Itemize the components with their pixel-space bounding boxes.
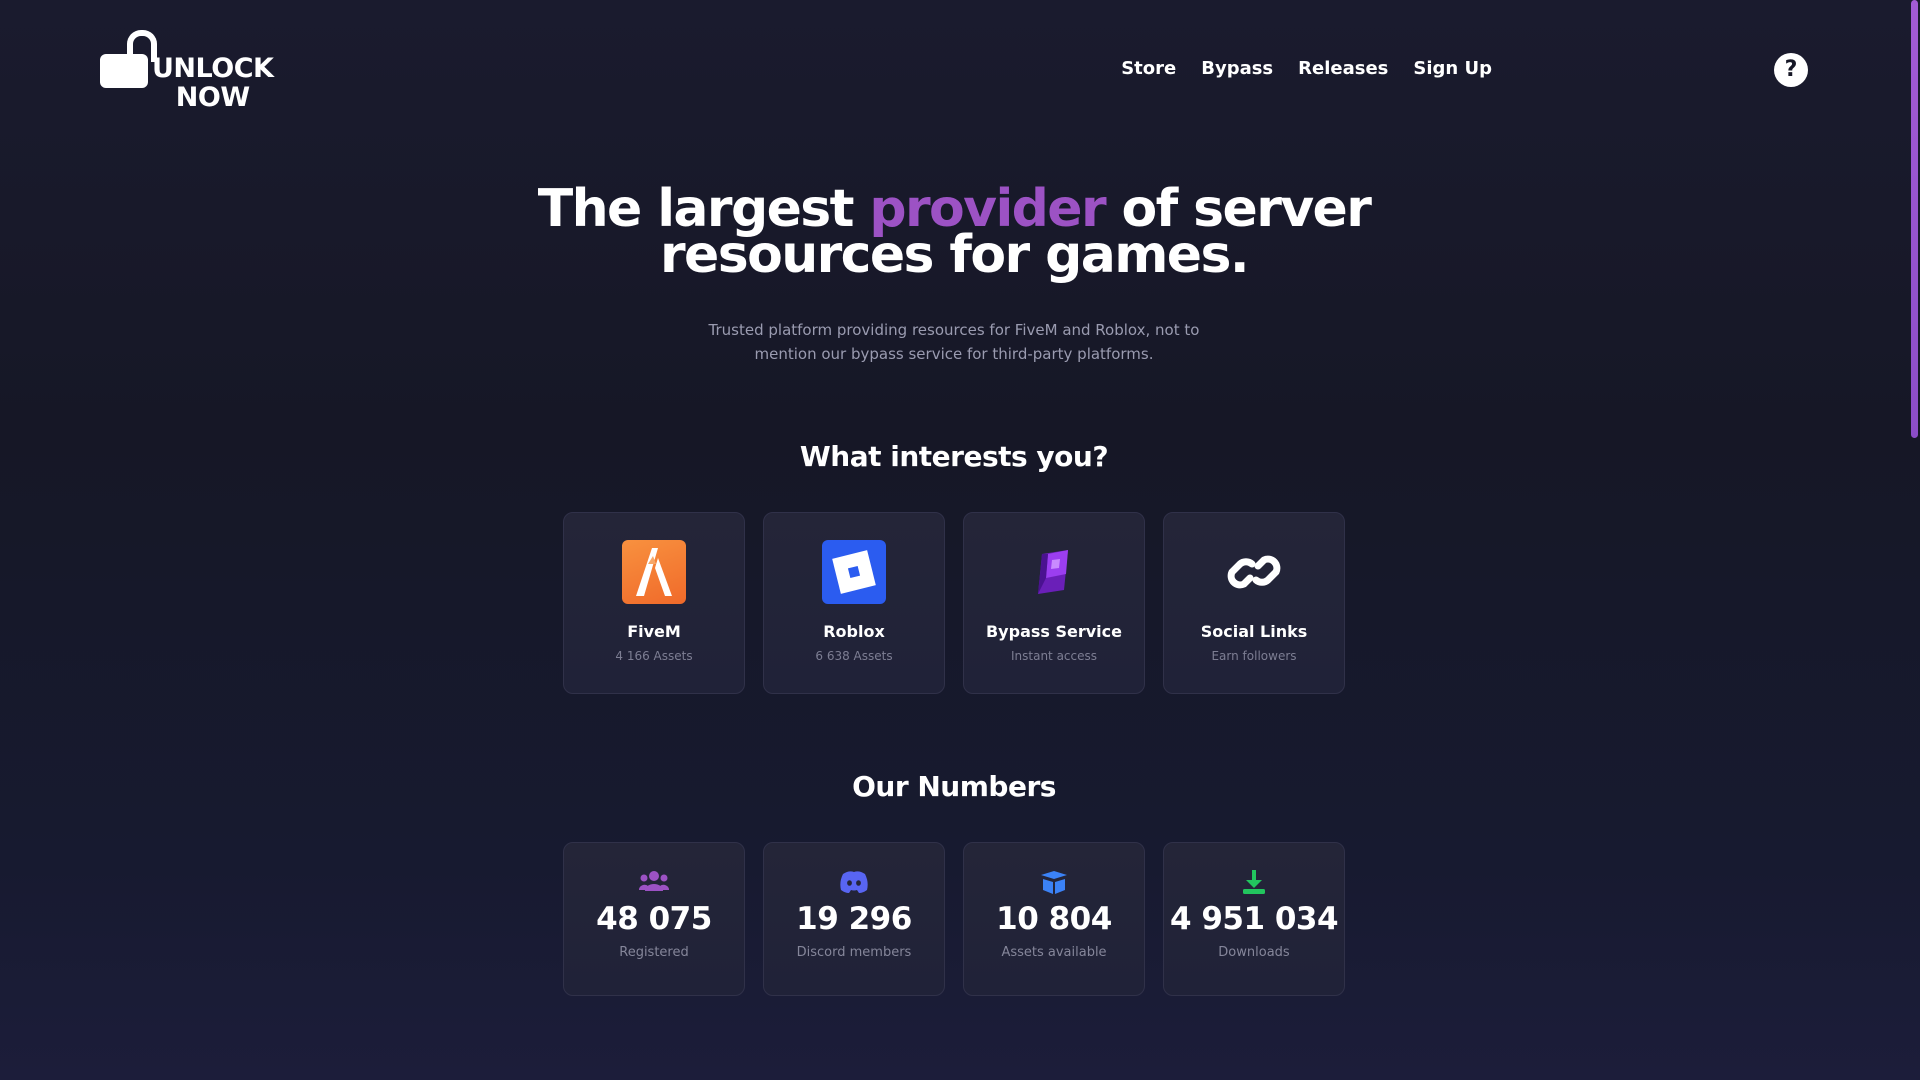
page: UNLOCK NOW Store Bypass Releases Sign Up… — [0, 0, 1920, 1080]
interest-card-roblox[interactable]: Roblox 6 638 Assets — [763, 512, 945, 694]
logo-line-2: NOW — [175, 82, 250, 113]
roblox-icon — [822, 540, 886, 604]
main-nav: Store Bypass Releases Sign Up — [1121, 58, 1492, 79]
logo[interactable]: UNLOCK NOW — [98, 28, 298, 118]
interest-card-social-links[interactable]: Social Links Earn followers — [1163, 512, 1345, 694]
discord-icon — [839, 869, 869, 895]
hero-subtitle-line-1: Trusted platform providing resources for… — [708, 321, 1200, 339]
nav-store[interactable]: Store — [1121, 58, 1176, 79]
nav-releases[interactable]: Releases — [1298, 58, 1388, 79]
hero-title-line-2: resources for games. — [660, 225, 1250, 285]
nav-sign-up[interactable]: Sign Up — [1413, 58, 1492, 79]
stat-value: 10 804 — [996, 901, 1112, 937]
interest-card-sub: 6 638 Assets — [815, 649, 893, 663]
bypass-cube-icon — [1022, 540, 1086, 604]
stat-card-assets: 10 804 Assets available — [963, 842, 1145, 996]
scrollbar-thumb[interactable] — [1911, 0, 1918, 438]
interests-cards: FiveM 4 166 Assets Roblox 6 638 Assets B… — [563, 512, 1345, 694]
interest-card-sub: Instant access — [1010, 649, 1097, 663]
page-scrollbar[interactable] — [1908, 0, 1920, 1080]
box-icon — [1039, 869, 1069, 895]
interest-card-label: Bypass Service — [985, 622, 1122, 641]
link-icon — [1222, 540, 1286, 604]
fivem-icon — [622, 540, 686, 604]
help-button[interactable]: ? — [1774, 53, 1808, 87]
stat-card-downloads: 4 951 034 Downloads — [1163, 842, 1345, 996]
stat-label: Assets available — [1001, 945, 1107, 960]
stat-value: 48 075 — [596, 901, 712, 937]
numbers-title: Our Numbers — [852, 770, 1056, 803]
stat-card-discord: 19 296 Discord members — [763, 842, 945, 996]
interest-card-label: Roblox — [823, 622, 885, 641]
interest-card-sub: 4 166 Assets — [615, 649, 693, 663]
stat-label: Registered — [619, 945, 689, 960]
unlock-icon — [98, 30, 157, 90]
logo-line-1: UNLOCK — [152, 53, 274, 84]
download-icon — [1239, 869, 1269, 895]
interest-card-bypass[interactable]: Bypass Service Instant access — [963, 512, 1145, 694]
stat-value: 19 296 — [796, 901, 912, 937]
users-icon — [638, 869, 670, 895]
stat-label: Downloads — [1218, 945, 1290, 960]
logo-text: UNLOCK NOW — [152, 53, 274, 113]
nav-bypass[interactable]: Bypass — [1201, 58, 1273, 79]
interests-title: What interests you? — [799, 440, 1109, 473]
numbers-cards: 48 075 Registered 19 296 Discord members — [563, 842, 1345, 996]
interest-card-label: Social Links — [1200, 622, 1308, 641]
hero-title: The largest provider of server resources… — [0, 183, 1908, 281]
interest-card-label: FiveM — [627, 622, 681, 641]
stat-card-registered: 48 075 Registered — [563, 842, 745, 996]
hero-subtitle: Trusted platform providing resources for… — [0, 318, 1908, 366]
hero-subtitle-line-2: mention our bypass service for third-par… — [754, 345, 1154, 363]
interest-card-fivem[interactable]: FiveM 4 166 Assets — [563, 512, 745, 694]
stat-label: Discord members — [796, 945, 912, 960]
stat-value: 4 951 034 — [1169, 901, 1339, 937]
interest-card-sub: Earn followers — [1211, 649, 1297, 663]
